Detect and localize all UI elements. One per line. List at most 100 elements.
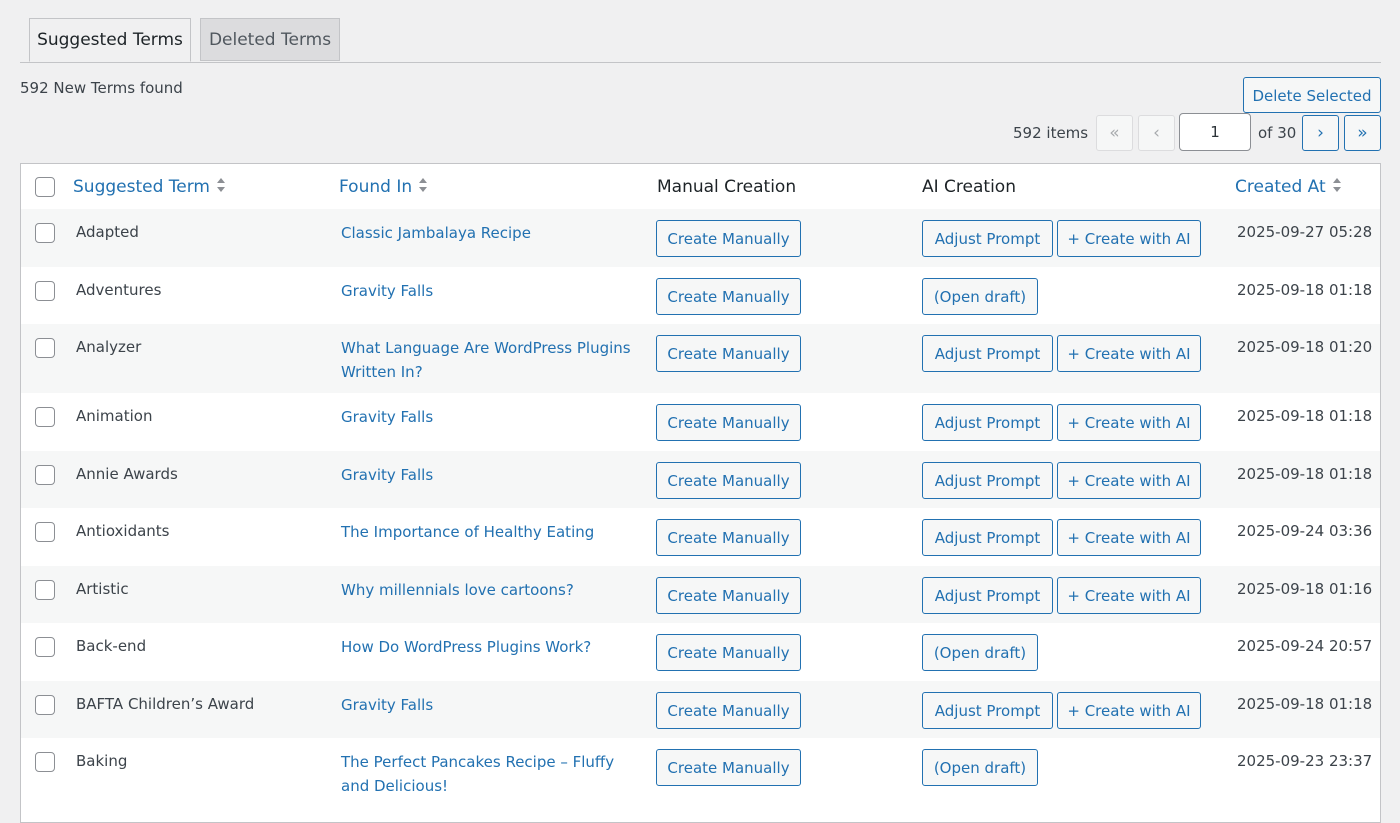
table-row: Annie Awards Gravity Falls Create Manually…: [21, 451, 1380, 508]
column-header-found-in[interactable]: Found In: [339, 177, 428, 197]
row-checkbox[interactable]: [35, 223, 55, 243]
adjust-prompt-button[interactable]: Adjust Prompt: [922, 335, 1053, 372]
table-row: Baking The Perfect Pancakes Recipe – Fluf…: [21, 738, 1380, 808]
suggested-term: Baking: [76, 752, 128, 770]
first-page-button[interactable]: «: [1096, 115, 1133, 151]
create-manually-button[interactable]: Create Manually: [656, 749, 801, 786]
row-checkbox[interactable]: [35, 580, 55, 600]
adjust-prompt-button[interactable]: Adjust Prompt: [922, 577, 1053, 614]
created-at-value: 2025-09-18 01:18: [1237, 407, 1373, 425]
found-in-link[interactable]: The Importance of Healthy Eating: [341, 520, 641, 544]
delete-selected-button[interactable]: Delete Selected: [1243, 77, 1381, 113]
row-checkbox[interactable]: [35, 637, 55, 657]
created-at-value: 2025-09-24 20:57: [1237, 637, 1373, 655]
row-checkbox[interactable]: [35, 281, 55, 301]
create-with-ai-button[interactable]: + Create with AI: [1057, 519, 1201, 556]
suggested-term: Analyzer: [76, 338, 142, 356]
suggested-term: Annie Awards: [76, 465, 178, 483]
table-row: BAFTA Children’s Award Gravity Falls Creat…: [21, 681, 1380, 738]
create-manually-button[interactable]: Create Manually: [656, 634, 801, 671]
created-at-value: 2025-09-18 01:16: [1237, 580, 1373, 598]
create-manually-button[interactable]: Create Manually: [656, 335, 801, 372]
next-page-button[interactable]: ›: [1302, 115, 1339, 151]
table-row: Artistic Why millennials love cartoons? Cr…: [21, 566, 1380, 623]
create-with-ai-button[interactable]: + Create with AI: [1057, 404, 1201, 441]
current-page-input[interactable]: [1179, 113, 1251, 151]
create-manually-button[interactable]: Create Manually: [656, 220, 801, 257]
suggested-term: Adventures: [76, 281, 162, 299]
column-header-manual-creation: Manual Creation: [657, 177, 797, 197]
tab-deleted-terms[interactable]: Deleted Terms: [200, 18, 340, 61]
row-checkbox[interactable]: [35, 695, 55, 715]
suggested-term: Antioxidants: [76, 522, 170, 540]
select-all-checkbox[interactable]: [35, 177, 55, 197]
found-in-link[interactable]: Gravity Falls: [341, 279, 641, 303]
table-row: Adapted Classic Jambalaya Recipe Create Ma…: [21, 209, 1380, 267]
created-at-value: 2025-09-23 23:37: [1237, 752, 1373, 770]
found-in-link[interactable]: Classic Jambalaya Recipe: [341, 221, 641, 245]
open-draft-button[interactable]: (Open draft): [922, 749, 1038, 786]
created-at-value: 2025-09-18 01:20: [1237, 338, 1373, 356]
create-manually-button[interactable]: Create Manually: [656, 404, 801, 441]
column-header-label: Found In: [339, 177, 413, 197]
tab-bar: Suggested Terms Deleted Terms: [20, 18, 1381, 63]
terms-table: Suggested Term Found In Manual Creation …: [20, 163, 1381, 823]
create-with-ai-button[interactable]: + Create with AI: [1057, 462, 1201, 499]
table-header: Suggested Term Found In Manual Creation …: [21, 164, 1380, 210]
found-in-link[interactable]: Gravity Falls: [341, 405, 641, 429]
pagination-item-count: 592 items: [1013, 124, 1089, 142]
create-manually-button[interactable]: Create Manually: [656, 278, 801, 315]
row-checkbox[interactable]: [35, 465, 55, 485]
sort-icon: [217, 178, 225, 192]
table-row: Adventures Gravity Falls Create Manually (O…: [21, 267, 1380, 324]
previous-page-button[interactable]: ‹: [1138, 115, 1175, 151]
row-checkbox[interactable]: [35, 338, 55, 358]
adjust-prompt-button[interactable]: Adjust Prompt: [922, 220, 1053, 257]
adjust-prompt-button[interactable]: Adjust Prompt: [922, 519, 1053, 556]
tab-suggested-terms[interactable]: Suggested Terms: [29, 18, 191, 62]
row-checkbox[interactable]: [35, 522, 55, 542]
row-checkbox[interactable]: [35, 752, 55, 772]
suggested-term: Artistic: [76, 580, 129, 598]
found-in-link[interactable]: What Language Are WordPress Plugins Writ…: [341, 336, 641, 384]
found-in-link[interactable]: Gravity Falls: [341, 463, 641, 487]
create-with-ai-button[interactable]: + Create with AI: [1057, 220, 1201, 257]
open-draft-button[interactable]: (Open draft): [922, 634, 1038, 671]
table-row: Back-end How Do WordPress Plugins Work? Cr…: [21, 623, 1380, 681]
suggested-term: Back-end: [76, 637, 147, 655]
created-at-value: 2025-09-27 05:28: [1237, 223, 1373, 241]
create-manually-button[interactable]: Create Manually: [656, 519, 801, 556]
table-row: Animation Gravity Falls Create Manually Adj…: [21, 393, 1380, 451]
column-header-suggested-term[interactable]: Suggested Term: [73, 177, 226, 197]
sort-icon: [419, 178, 428, 192]
open-draft-button[interactable]: (Open draft): [922, 278, 1038, 315]
column-header-label: Suggested Term: [73, 177, 210, 197]
created-at-value: 2025-09-18 01:18: [1237, 465, 1373, 483]
adjust-prompt-button[interactable]: Adjust Prompt: [922, 692, 1053, 729]
total-pages: of 30: [1258, 124, 1297, 142]
created-at-value: 2025-09-24 03:36: [1237, 522, 1373, 540]
create-manually-button[interactable]: Create Manually: [656, 462, 801, 499]
column-header-created-at[interactable]: Created At: [1235, 177, 1342, 197]
create-manually-button[interactable]: Create Manually: [656, 577, 801, 614]
last-page-button[interactable]: »: [1344, 115, 1381, 151]
suggested-term: Adapted: [76, 223, 139, 241]
suggested-term: BAFTA Children’s Award: [76, 695, 255, 713]
sort-icon: [1332, 178, 1341, 192]
table-row: Antioxidants The Importance of Healthy Ea…: [21, 508, 1380, 566]
terms-found-count: 592 New Terms found: [20, 79, 183, 97]
row-checkbox[interactable]: [35, 407, 55, 427]
created-at-value: 2025-09-18 01:18: [1237, 695, 1373, 713]
column-header-label: Created At: [1235, 177, 1326, 197]
create-manually-button[interactable]: Create Manually: [656, 692, 801, 729]
create-with-ai-button[interactable]: + Create with AI: [1057, 335, 1201, 372]
found-in-link[interactable]: Gravity Falls: [341, 693, 641, 717]
adjust-prompt-button[interactable]: Adjust Prompt: [922, 462, 1053, 499]
table-row: Analyzer What Language Are WordPress Plug…: [21, 324, 1380, 393]
adjust-prompt-button[interactable]: Adjust Prompt: [922, 404, 1053, 441]
found-in-link[interactable]: How Do WordPress Plugins Work?: [341, 635, 641, 659]
create-with-ai-button[interactable]: + Create with AI: [1057, 692, 1201, 729]
found-in-link[interactable]: Why millennials love cartoons?: [341, 578, 641, 602]
found-in-link[interactable]: The Perfect Pancakes Recipe – Fluffy and…: [341, 750, 641, 798]
create-with-ai-button[interactable]: + Create with AI: [1057, 577, 1201, 614]
